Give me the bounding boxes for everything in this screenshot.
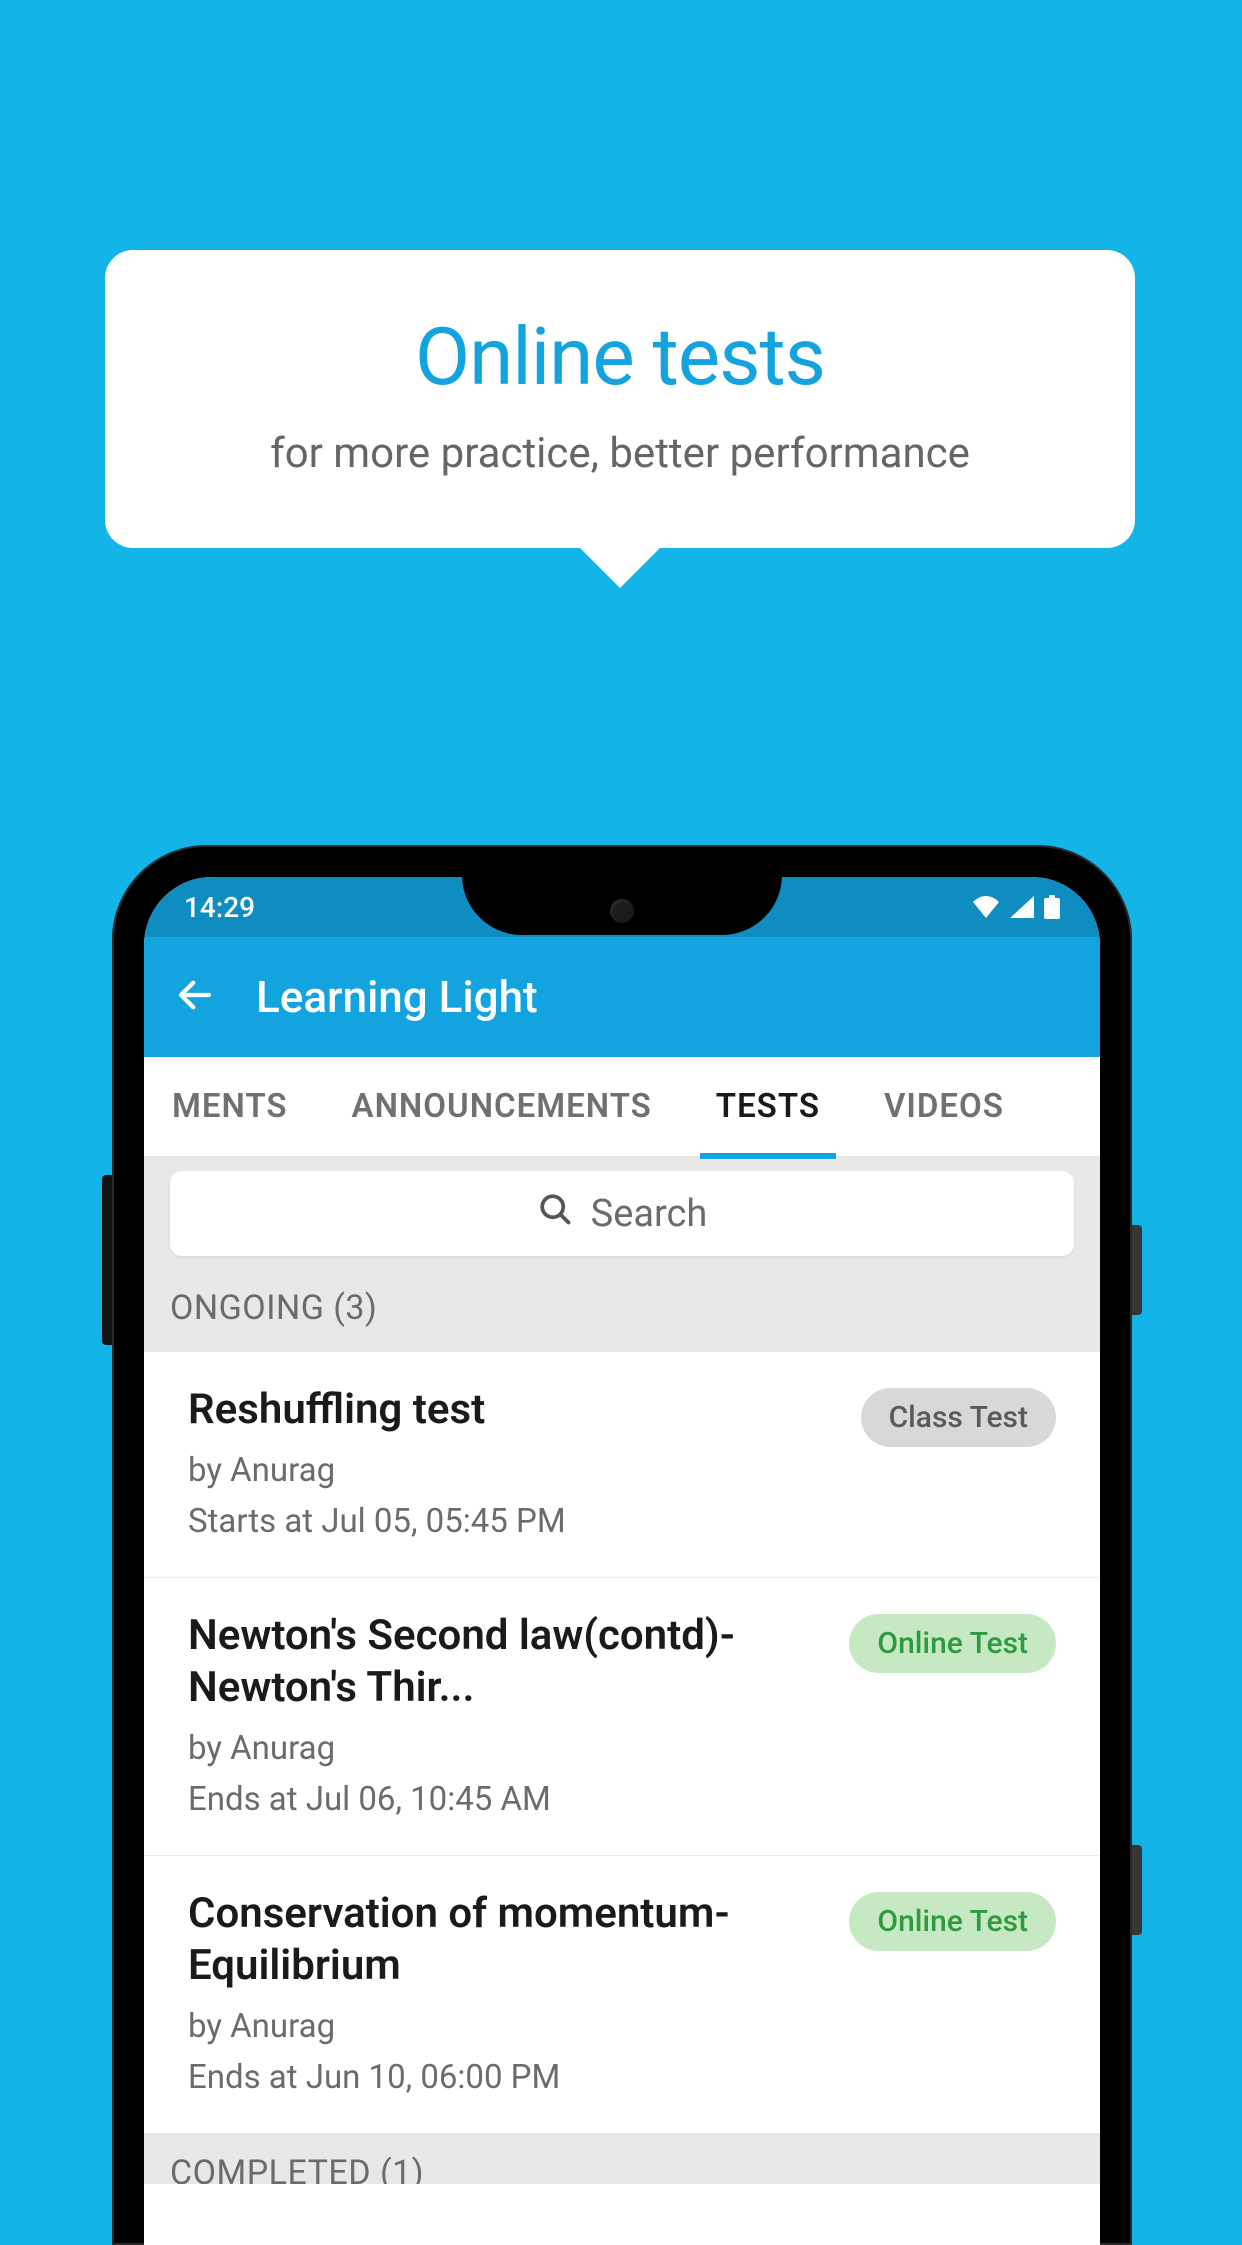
- search-input[interactable]: Search: [170, 1171, 1074, 1256]
- cellular-icon: [1010, 896, 1034, 918]
- back-button[interactable]: [174, 974, 216, 1020]
- tab-tests[interactable]: TESTS: [708, 1055, 828, 1158]
- phone-side-button-right-bottom: [1132, 1845, 1142, 1935]
- status-time: 14:29: [184, 891, 255, 924]
- test-author: by Anurag: [188, 1729, 829, 1768]
- phone-notch: [462, 877, 782, 935]
- status-icons: [972, 895, 1060, 919]
- test-type-badge: Class Test: [861, 1388, 1056, 1447]
- promo-subtitle: for more practice, better performance: [155, 429, 1085, 478]
- test-time: Ends at Jul 06, 10:45 AM: [188, 1780, 829, 1819]
- page-title: Learning Light: [256, 971, 538, 1023]
- test-author: by Anurag: [188, 2007, 829, 2046]
- search-area: Search: [144, 1157, 1100, 1270]
- test-item[interactable]: Conservation of momentum-Equilibrium by …: [144, 1856, 1100, 2134]
- phone-frame: 14:29 Learning Light: [112, 845, 1132, 2245]
- wifi-icon: [972, 896, 1000, 918]
- app-bar: Learning Light: [144, 937, 1100, 1057]
- test-title: Conservation of momentum-Equilibrium: [188, 1888, 829, 1993]
- test-type-badge: Online Test: [849, 1614, 1056, 1673]
- test-title: Reshuffling test: [188, 1384, 841, 1437]
- search-icon: [537, 1191, 573, 1237]
- test-author: by Anurag: [188, 1451, 841, 1490]
- tests-list: Reshuffling test by Anurag Starts at Jul…: [144, 1352, 1100, 2134]
- test-type-badge: Online Test: [849, 1892, 1056, 1951]
- test-time: Ends at Jun 10, 06:00 PM: [188, 2058, 829, 2097]
- tab-announcements[interactable]: ANNOUNCEMENTS: [344, 1055, 660, 1158]
- tab-ments[interactable]: MENTS: [164, 1055, 296, 1158]
- tooltip-pointer: [578, 546, 662, 588]
- phone-screen: 14:29 Learning Light: [144, 877, 1100, 2245]
- tab-videos[interactable]: VIDEOS: [876, 1055, 1012, 1158]
- promo-title: Online tests: [155, 310, 1085, 404]
- phone-side-button-left: [102, 1175, 112, 1345]
- search-placeholder: Search: [591, 1192, 708, 1236]
- test-item[interactable]: Newton's Second law(contd)-Newton's Thir…: [144, 1578, 1100, 1856]
- test-item[interactable]: Reshuffling test by Anurag Starts at Jul…: [144, 1352, 1100, 1578]
- section-completed-header: COMPLETED (1): [144, 2134, 1100, 2184]
- test-title: Newton's Second law(contd)-Newton's Thir…: [188, 1610, 829, 1715]
- section-ongoing-header: ONGOING (3): [144, 1270, 1100, 1352]
- test-time: Starts at Jul 05, 05:45 PM: [188, 1502, 841, 1541]
- tab-bar: MENTS ANNOUNCEMENTS TESTS VIDEOS: [144, 1057, 1100, 1157]
- battery-icon: [1044, 895, 1060, 919]
- promo-tooltip: Online tests for more practice, better p…: [105, 250, 1135, 548]
- phone-side-button-right-top: [1132, 1225, 1142, 1315]
